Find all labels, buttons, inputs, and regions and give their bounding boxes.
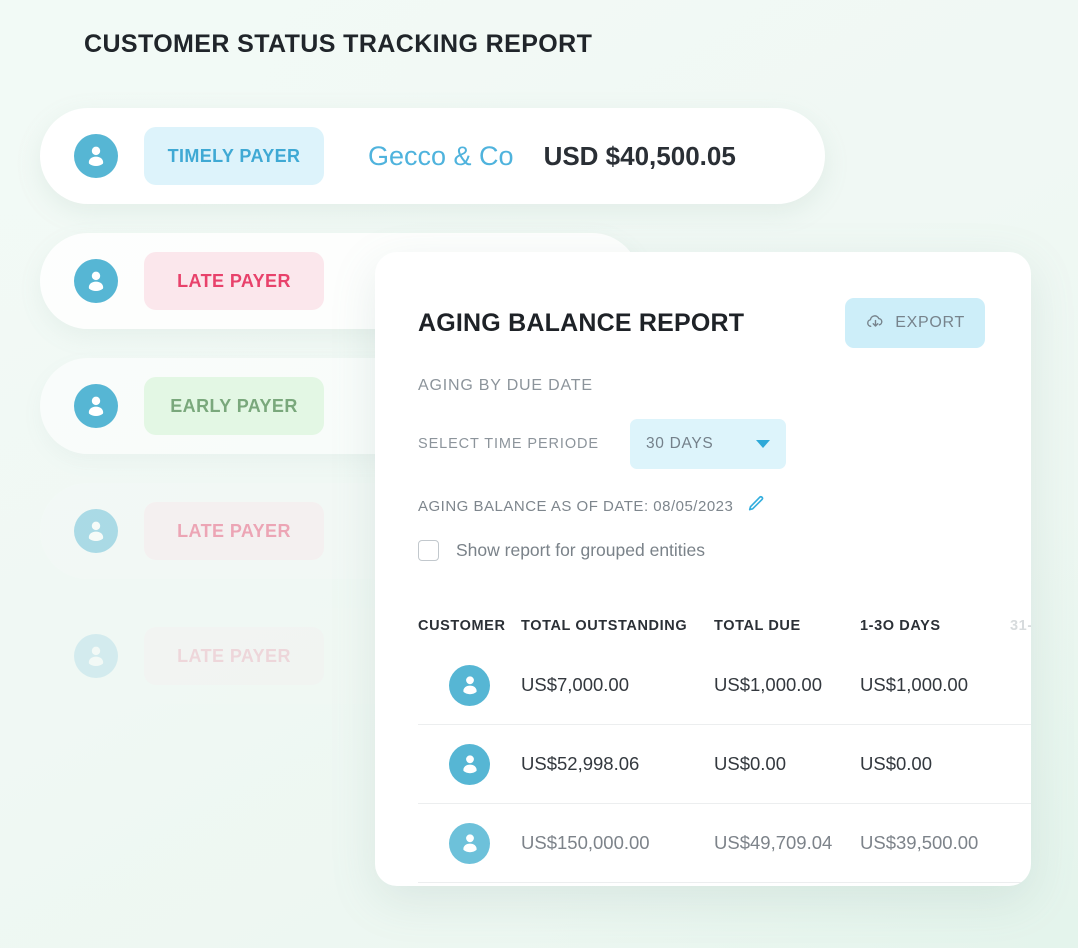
grouped-entities-label: Show report for grouped entities [456,540,706,560]
total-outstanding-cell: US$150,000.00 [521,832,650,853]
pencil-icon[interactable] [746,494,765,518]
table-header-row: CUSTOMER TOTAL OUTSTANDING TOTAL DUE 1-3… [418,606,1031,646]
days-1-30-cell: US$0.00 [860,753,932,774]
table-row[interactable]: US$150,000.00 US$49,709.04 US$39,500.00 [418,804,1031,883]
column-header-31-60-days[interactable]: 31-60 [1010,618,1031,634]
column-header-customer[interactable]: CUSTOMER [418,618,521,634]
status-badge: TIMELY PAYER [144,127,324,185]
payer-row[interactable]: TIMELY PAYER Gecco & Co USD $40,500.05 [40,108,825,204]
status-badge: LATE PAYER [144,252,324,310]
days-1-30-cell: US$1,000.00 [860,674,969,695]
user-avatar-icon [449,743,490,785]
user-avatar-icon [74,134,118,178]
column-header-total-outstanding[interactable]: TOTAL OUTSTANDING [521,618,714,634]
aging-balance-table: CUSTOMER TOTAL OUTSTANDING TOTAL DUE 1-3… [418,606,1031,883]
customer-cell [418,743,521,785]
company-name[interactable]: Gecco & Co [368,141,514,172]
user-avatar-icon [74,259,118,303]
user-avatar-icon [74,509,118,553]
time-period-label: SELECT TIME PERIODE [418,436,599,452]
total-due-cell: US$49,709.04 [714,832,833,853]
cloud-download-icon [865,311,886,335]
outstanding-amount: USD $40,500.05 [543,140,736,171]
total-due-cell: US$1,000.00 [714,674,823,695]
grouped-entities-checkbox[interactable] [418,540,439,561]
table-row[interactable]: US$7,000.00 US$1,000.00 US$1,000.00 [418,646,1031,725]
user-avatar-icon [449,822,490,864]
user-avatar-icon [74,384,118,428]
days-1-30-cell: US$39,500.00 [860,832,979,853]
chevron-down-icon [755,440,770,448]
export-button[interactable]: EXPORT [845,298,985,348]
card-subtitle: AGING BY DUE DATE [418,377,593,394]
status-badge: LATE PAYER [144,502,324,560]
column-header-1-30-days[interactable]: 1-3O DAYS [860,618,1010,634]
card-title: AGING BALANCE REPORT [418,308,745,337]
customer-cell [418,664,521,706]
time-period-select[interactable]: 30 DAYS [629,419,786,469]
user-avatar-icon [74,634,118,678]
time-period-value: 30 DAYS [645,435,714,452]
status-badge: LATE PAYER [144,627,324,685]
column-header-total-due[interactable]: TOTAL DUE [714,618,860,634]
as-of-date-row: AGING BALANCE AS OF DATE: 08/05/2023 [418,494,1031,518]
aging-balance-report-card: AGING BALANCE REPORT EXPORT AGING BY DUE… [375,252,1031,886]
total-outstanding-cell: US$7,000.00 [521,674,630,695]
page-title: CUSTOMER STATUS TRACKING REPORT [84,30,593,58]
card-header: AGING BALANCE REPORT EXPORT [418,298,1031,348]
table-row[interactable]: US$52,998.06 US$0.00 US$0.00 [418,725,1031,804]
total-outstanding-cell: US$52,998.06 [521,753,640,774]
export-button-label: EXPORT [895,314,965,331]
status-badge: EARLY PAYER [144,377,324,435]
grouped-entities-row: Show report for grouped entities [418,540,1031,561]
as-of-date-text: AGING BALANCE AS OF DATE: 08/05/2023 [418,497,734,515]
total-due-cell: US$0.00 [714,753,786,774]
time-period-row: SELECT TIME PERIODE 30 DAYS [418,419,1031,469]
user-avatar-icon [449,664,490,706]
customer-cell [418,822,521,864]
